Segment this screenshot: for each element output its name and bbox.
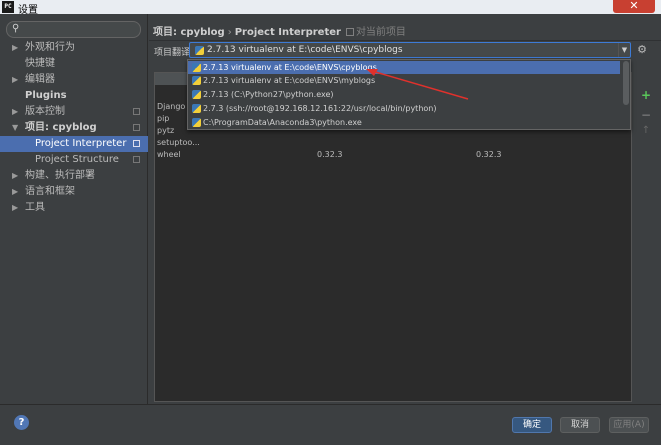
- interpreter-dropdown-list: 2.7.13 virtualenv at E:\code\ENVS\cpyblo…: [187, 59, 631, 130]
- package-name: wheel: [157, 150, 181, 159]
- project-scope-icon: [133, 124, 140, 131]
- window-titlebar: PC 设置 ✕: [0, 0, 661, 16]
- ok-button[interactable]: 确定: [512, 417, 552, 433]
- dropdown-option[interactable]: 2.7.13 virtualenv at E:\code\ENVS\cpyblo…: [188, 61, 620, 74]
- dropdown-arrow-icon[interactable]: ▼: [618, 43, 630, 57]
- dropdown-option[interactable]: C:\ProgramData\Anaconda3\python.exe: [188, 116, 620, 129]
- chevron-right-icon: ▶: [12, 107, 19, 116]
- sidebar-item-languages[interactable]: ▶ 语言和框架: [0, 184, 148, 200]
- divider: [149, 40, 661, 41]
- remove-package-button[interactable]: −: [639, 108, 653, 122]
- sidebar-item-appearance[interactable]: ▶ 外观和行为: [0, 40, 148, 56]
- sidebar-item-label: 项目: cpyblog: [25, 122, 97, 133]
- python-icon: [192, 76, 201, 85]
- sidebar-item-label: Project Interpreter: [35, 138, 127, 149]
- python-icon: [192, 90, 201, 99]
- chevron-right-icon: ▶: [12, 187, 19, 196]
- package-tools: + − ↑: [633, 72, 659, 402]
- sidebar-item-label: Project Structure: [35, 154, 119, 165]
- scope-note-text: 对当前项目: [355, 27, 406, 38]
- sidebar-item-keymap[interactable]: 快捷键: [0, 56, 148, 72]
- dropdown-option[interactable]: 2.7.13 virtualenv at E:\code\ENVS\myblog…: [188, 74, 620, 87]
- python-icon: [192, 104, 201, 113]
- package-name: Django: [157, 102, 186, 111]
- chevron-right-icon: ▶: [12, 75, 19, 84]
- dropdown-option[interactable]: 2.7.3 (ssh://root@192.168.12.161:22/usr/…: [188, 102, 620, 115]
- search-input[interactable]: [25, 23, 135, 36]
- breadcrumb-separator: ›: [227, 27, 232, 38]
- dropdown-option-label: 2.7.13 virtualenv at E:\code\ENVS\myblog…: [203, 76, 376, 85]
- dropdown-option-label: 2.7.13 virtualenv at E:\code\ENVS\cpyblo…: [203, 63, 377, 72]
- breadcrumb-page: Project Interpreter: [234, 27, 341, 38]
- dropdown-option[interactable]: 2.7.13 (C:\Python27\python.exe): [188, 88, 620, 101]
- sidebar-item-label: 编辑器: [25, 74, 55, 85]
- project-scope-icon: [133, 140, 140, 147]
- chevron-right-icon: ▶: [12, 171, 19, 180]
- breadcrumb-project: 项目: cpyblog: [153, 27, 225, 38]
- sidebar-item-label: 外观和行为: [25, 42, 75, 53]
- help-button[interactable]: ?: [14, 415, 29, 430]
- python-icon: [192, 118, 201, 127]
- chevron-right-icon: ▶: [12, 203, 19, 212]
- settings-sidebar: ⚲ ▶ 外观和行为 快捷键 ▶ 编辑器 Plugins ▶ 版本控制 ▼ 项目:…: [0, 14, 148, 404]
- sidebar-item-plugins[interactable]: Plugins: [0, 88, 148, 104]
- sidebar-item-label: 语言和框架: [25, 186, 75, 197]
- package-version: 0.32.3: [317, 150, 343, 159]
- apply-button[interactable]: 应用(A): [609, 417, 649, 433]
- interpreter-select-value: 2.7.13 virtualenv at E:\code\ENVS\cpyblo…: [207, 45, 403, 55]
- sidebar-item-editor[interactable]: ▶ 编辑器: [0, 72, 148, 88]
- package-name: setuptoo...: [157, 138, 200, 147]
- sidebar-item-label: 工具: [25, 202, 45, 213]
- scope-note: 对当前项目: [345, 27, 406, 38]
- project-scope-icon: [133, 156, 140, 163]
- dropdown-option-label: 2.7.3 (ssh://root@192.168.12.161:22/usr/…: [203, 104, 437, 113]
- chevron-right-icon: ▶: [12, 43, 19, 52]
- interpreter-label: 项目翻译:: [154, 48, 194, 58]
- search-icon: ⚲: [12, 23, 20, 34]
- sidebar-item-label: 构建、执行部署: [25, 170, 95, 181]
- sidebar-item-project[interactable]: ▼ 项目: cpyblog: [0, 120, 148, 136]
- sidebar-item-label: Plugins: [25, 90, 67, 101]
- sidebar-item-project-interpreter[interactable]: Project Interpreter: [0, 136, 148, 152]
- sidebar-item-label: 快捷键: [25, 58, 55, 69]
- gear-icon[interactable]: ⚙: [635, 43, 649, 57]
- python-icon: [192, 63, 201, 72]
- interpreter-select[interactable]: 2.7.13 virtualenv at E:\code\ENVS\cpyblo…: [189, 42, 631, 58]
- close-button[interactable]: ✕: [613, 0, 655, 13]
- package-name: pip: [157, 114, 170, 123]
- dropdown-option-label: C:\ProgramData\Anaconda3\python.exe: [203, 118, 362, 127]
- cancel-button[interactable]: 取消: [560, 417, 600, 433]
- sidebar-item-project-structure[interactable]: Project Structure: [0, 152, 148, 168]
- sidebar-item-tools[interactable]: ▶ 工具: [0, 200, 148, 216]
- sidebar-item-build-execution[interactable]: ▶ 构建、执行部署: [0, 168, 148, 184]
- sidebar-item-version-control[interactable]: ▶ 版本控制: [0, 104, 148, 120]
- pycharm-logo-icon: PC: [2, 1, 14, 13]
- upgrade-package-button[interactable]: ↑: [639, 124, 653, 138]
- dropdown-scrollbar[interactable]: [623, 61, 629, 105]
- dialog-button-bar: ? 确定 取消 应用(A): [0, 404, 661, 445]
- package-latest: 0.32.3: [476, 150, 502, 159]
- chevron-down-icon: ▼: [12, 123, 19, 132]
- dropdown-option-label: 2.7.13 (C:\Python27\python.exe): [203, 90, 334, 99]
- breadcrumb: 项目: cpyblog › Project Interpreter 对当前项目: [153, 23, 406, 38]
- table-row[interactable]: setuptoo...: [155, 137, 631, 149]
- table-row[interactable]: wheel 0.32.3 0.32.3: [155, 149, 631, 161]
- package-name: pytz: [157, 126, 175, 135]
- settings-tree: ▶ 外观和行为 快捷键 ▶ 编辑器 Plugins ▶ 版本控制 ▼ 项目: c…: [0, 40, 148, 216]
- settings-search[interactable]: ⚲: [6, 21, 141, 38]
- sidebar-item-label: 版本控制: [25, 106, 65, 117]
- add-package-button[interactable]: +: [639, 88, 653, 102]
- project-scope-icon: [133, 108, 140, 115]
- python-icon: [195, 46, 204, 55]
- project-scope-icon: [345, 28, 354, 36]
